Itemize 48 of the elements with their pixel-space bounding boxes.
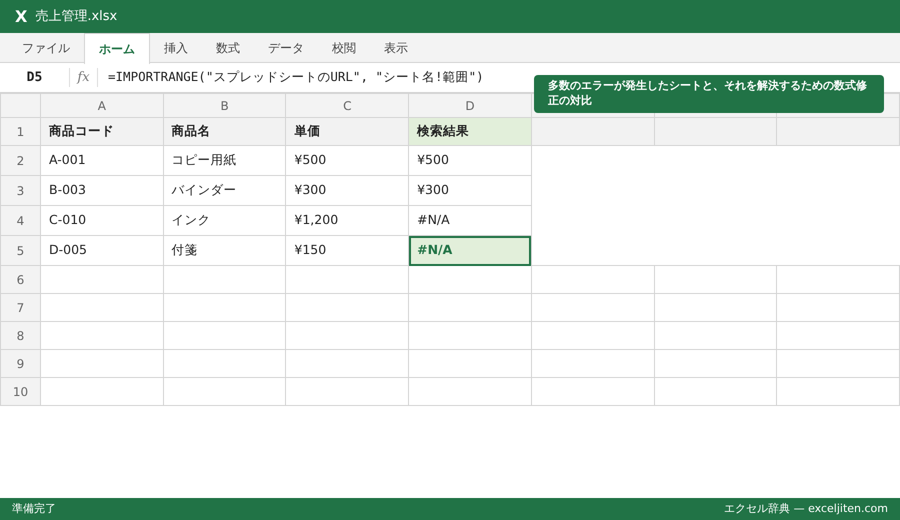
table-cell: 付箋	[163, 236, 286, 266]
table-cell: コピー用紙	[163, 146, 286, 176]
table-cell: ¥500	[286, 146, 409, 176]
table-cell: ¥300	[408, 176, 532, 206]
column-title-cell: 商品コード	[40, 118, 164, 146]
column-header[interactable]: C	[286, 94, 409, 118]
ribbon-tab[interactable]: 数式	[202, 33, 254, 63]
table-cell: ¥500	[408, 146, 532, 176]
row-header[interactable]: 5	[0, 236, 40, 266]
row-header[interactable]: 8	[0, 322, 40, 350]
caption-tooltip: 多数のエラーが発生したシートと、それを解決するための数式修正の対比	[534, 75, 884, 113]
table-cell: インク	[163, 206, 286, 236]
table-cell: ¥1,200	[286, 206, 409, 236]
table-cell: B-003	[40, 176, 164, 206]
column-title-cell: 検索結果	[408, 118, 532, 146]
table-cell: ¥150	[286, 236, 409, 266]
formula-field[interactable]: =IMPORTRANGE("スプレッドシートのURL", "シート名!範囲")	[98, 68, 484, 87]
function-label: fx	[70, 68, 98, 88]
ribbon-tab[interactable]: データ	[254, 33, 318, 63]
cell-reference[interactable]: D5	[0, 68, 70, 88]
row-header[interactable]: 1	[0, 118, 40, 146]
column-header[interactable]: B	[163, 94, 286, 118]
ribbon-tab[interactable]: ホーム	[84, 33, 150, 64]
table-cell: バインダー	[163, 176, 286, 206]
row-header[interactable]: 3	[0, 176, 40, 206]
ribbon-tab[interactable]: 校閲	[318, 33, 370, 63]
row-header[interactable]: 4	[0, 206, 40, 236]
site-credit: エクセル辞典 — exceljiten.com	[724, 500, 888, 517]
ribbon-tab[interactable]: ファイル	[8, 33, 84, 63]
column-title-cell: 単価	[286, 118, 409, 146]
row-header[interactable]: 9	[0, 350, 40, 378]
table-cell: #N/A	[408, 236, 532, 266]
table-cell: D-005	[40, 236, 164, 266]
window-title: 売上管理.xlsx	[35, 8, 118, 26]
app-logo: X	[15, 6, 28, 28]
row-header[interactable]: 6	[0, 266, 40, 294]
table-cell: C-010	[40, 206, 164, 236]
table-cell: ¥300	[286, 176, 409, 206]
column-header[interactable]: D	[408, 94, 532, 118]
row-header[interactable]: 7	[0, 294, 40, 322]
column-title-cell: 商品名	[163, 118, 286, 146]
table-cell: A-001	[40, 146, 164, 176]
ribbon-tab[interactable]: 表示	[370, 33, 422, 63]
ribbon-tab[interactable]: 挿入	[150, 33, 202, 63]
column-header[interactable]: A	[40, 94, 164, 118]
row-header[interactable]: 10	[0, 378, 40, 406]
row-header[interactable]: 2	[0, 146, 40, 176]
status-text: 準備完了	[12, 500, 56, 517]
